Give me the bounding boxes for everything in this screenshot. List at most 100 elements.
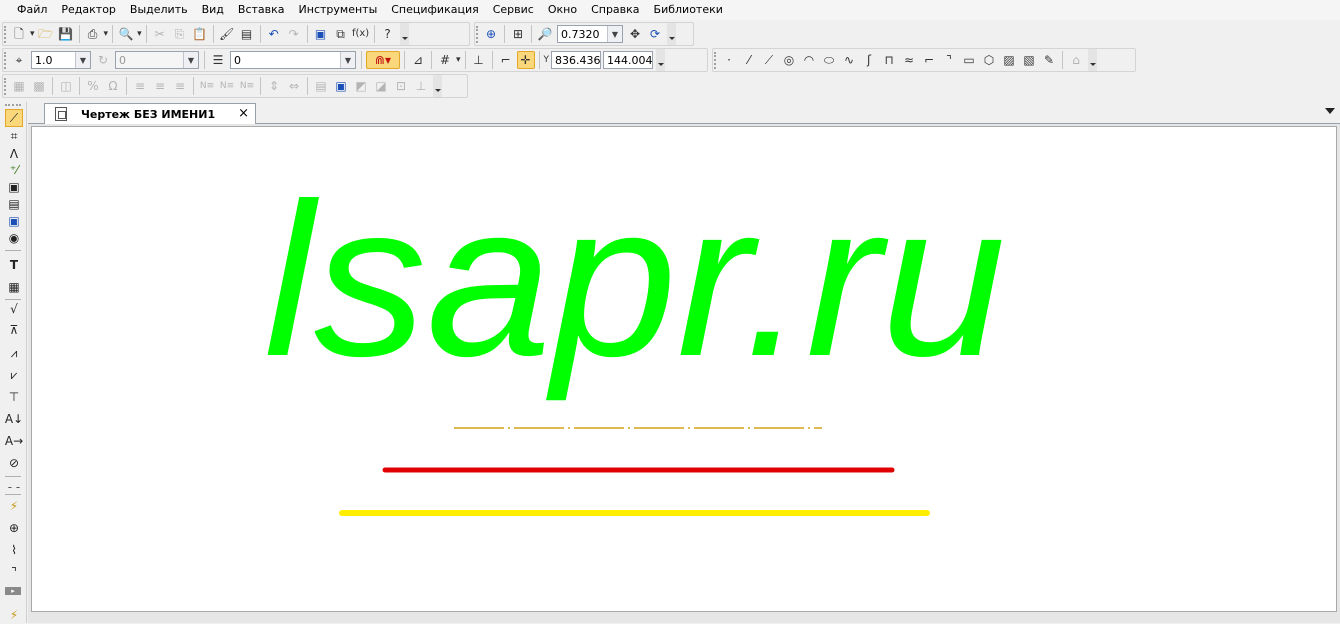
fill-icon[interactable]: ▧ [1020,51,1038,69]
toolbar-grip[interactable] [4,26,7,43]
measure-panel-icon[interactable]: ▤ [5,195,23,213]
insert-picture-icon[interactable]: ▣ [332,77,350,95]
rectangle-icon[interactable]: ▭ [960,51,978,69]
toolbar-options-icon[interactable] [667,23,676,45]
segment-icon[interactable]: ⟋ [760,51,778,69]
coord-x-field[interactable]: 836.436 [551,51,602,69]
menu-service[interactable]: Сервис [486,0,541,20]
base-icon[interactable]: ⊼ [5,321,23,339]
menu-tools[interactable]: Инструменты [292,0,385,20]
chevron-down-icon[interactable]: ▼ [340,52,355,68]
table-icon[interactable]: ▤ [312,77,330,95]
edit-panel-icon[interactable]: ⁺⁄ [5,161,23,179]
redo-icon[interactable]: ↷ [285,25,303,43]
layer-combo[interactable]: 0 ▼ [230,51,356,69]
zoom-combo[interactable]: 0.7320 ▼ [557,25,623,43]
print-icon[interactable]: ⎙ [84,25,102,43]
spline-icon[interactable]: ≈ [900,51,918,69]
manager-icon[interactable]: ▣ [312,25,330,43]
properties-icon[interactable]: ▤ [238,25,256,43]
coord-y-field[interactable]: 144.004 [603,51,654,69]
cut-icon[interactable]: ✂ [151,25,169,43]
collection-icon[interactable]: ⌂ [1067,51,1085,69]
menu-help[interactable]: Справка [584,0,646,20]
undo-icon[interactable]: ↶ [265,25,283,43]
insert-view-icon[interactable]: ⊡ [392,77,410,95]
align-left-icon[interactable]: ≡ [131,77,149,95]
chamfer-icon[interactable]: ⌝ [940,51,958,69]
parametrization-panel-icon[interactable]: ▣ [5,178,23,196]
omega-icon[interactable]: Ω [104,77,122,95]
step-combo[interactable]: 1.0 ▼ [31,51,91,69]
help-cursor-icon[interactable]: ? [379,25,397,43]
distribute-vertical-icon[interactable]: ⇕ [265,77,283,95]
circle-icon[interactable]: ◎ [780,51,798,69]
zoom-in-icon[interactable]: 🔎 [536,25,554,43]
position-leader-icon[interactable]: ⩗ [5,366,23,384]
coordinate-axes-icon[interactable]: ⊥ [470,51,488,69]
dropdown-arrow-icon[interactable]: ▾ [30,29,35,39]
toolbar-options-icon[interactable] [1088,49,1097,71]
toolbar-grip[interactable] [4,52,7,69]
save-icon[interactable]: 💾 [57,25,75,43]
center-mark-icon[interactable]: ⊕ [5,519,23,537]
special-symbol-icon[interactable]: % [84,77,102,95]
hatch-icon[interactable]: ▨ [1000,51,1018,69]
menu-file[interactable]: Файл [10,0,54,20]
expand-panel-icon[interactable]: ▸ [5,587,21,595]
ortho-mode-icon[interactable]: ⌐ [497,51,515,69]
close-icon[interactable]: × [238,106,249,121]
leader-icon[interactable]: ⩘ [5,344,23,362]
tolerance-icon[interactable]: ⊥ [412,77,430,95]
polyline-icon[interactable]: ⊓ [880,51,898,69]
menu-editor[interactable]: Редактор [54,0,123,20]
point-icon[interactable]: · [720,51,738,69]
menu-insert[interactable]: Вставка [231,0,292,20]
ellipse-icon[interactable]: ⬭ [820,51,838,69]
align-right-icon[interactable]: ≡ [171,77,189,95]
bezier-icon[interactable]: ∿ [840,51,858,69]
select-panel-icon[interactable]: ▣ [5,212,23,230]
toolbar-grip[interactable] [714,52,717,69]
snap-magnet-icon[interactable]: ⋒▾ [366,51,400,69]
text-icon[interactable]: T [5,256,23,274]
dimensions-panel-icon[interactable]: ⌗ [5,127,23,145]
distribute-horizontal-icon[interactable]: ⇔ [285,77,303,95]
copy-icon[interactable]: ⎘ [171,25,189,43]
toolbar-grip[interactable] [476,26,479,43]
break-line-icon[interactable]: ⌇ [5,541,23,559]
grid-icon[interactable]: # [436,51,454,69]
library-manager-icon[interactable]: ⧉ [332,25,350,43]
local-cs-icon[interactable]: ⌖ [10,51,28,69]
arrow-line-icon[interactable]: ⌝ [5,563,23,581]
zoom-all-icon[interactable]: ⊞ [509,25,527,43]
associative-views-icon[interactable]: ◉ [5,229,23,247]
align-center-icon[interactable]: ≡ [151,77,169,95]
open-folder-icon[interactable]: 🗁 [37,25,55,43]
dropdown-arrow-icon[interactable]: ▾ [137,29,142,39]
number-right-icon[interactable]: N≡ [238,77,256,95]
print-preview-icon[interactable]: 🔍 [117,25,135,43]
menu-libraries[interactable]: Библиотеки [647,0,730,20]
cursor-snap-icon[interactable]: ✛ [516,51,535,69]
wave-line-icon[interactable]: ⚡ [5,497,23,515]
cut-line-icon[interactable]: A↓ [5,410,23,428]
panel-tool-icon[interactable]: ⚡ [5,606,23,624]
menu-select[interactable]: Выделить [123,0,195,20]
angle-combo[interactable]: 0 ▼ [115,51,199,69]
chevron-down-icon[interactable]: ▼ [75,52,90,68]
zoom-window-icon[interactable]: ⊕ [482,25,500,43]
fillet-icon[interactable]: ⌐ [920,51,938,69]
orthogonal-icon[interactable]: ⊿ [409,51,427,69]
menu-window[interactable]: Окно [541,0,584,20]
toolbar-grip[interactable] [4,78,7,95]
refresh-icon[interactable]: ⟳ [646,25,664,43]
number-center-icon[interactable]: N≡ [218,77,236,95]
toolbar-grip[interactable] [5,104,21,106]
tab-drawing[interactable]: Чертеж БЕЗ ИМЕНИ1 × [44,103,256,124]
contour-icon[interactable]: ✎ [1040,51,1058,69]
layers-icon[interactable]: ☰ [209,51,227,69]
toolbar-options-icon[interactable] [433,75,442,97]
toolbar-options-icon[interactable] [656,49,666,71]
arc-icon[interactable]: ◠ [800,51,818,69]
